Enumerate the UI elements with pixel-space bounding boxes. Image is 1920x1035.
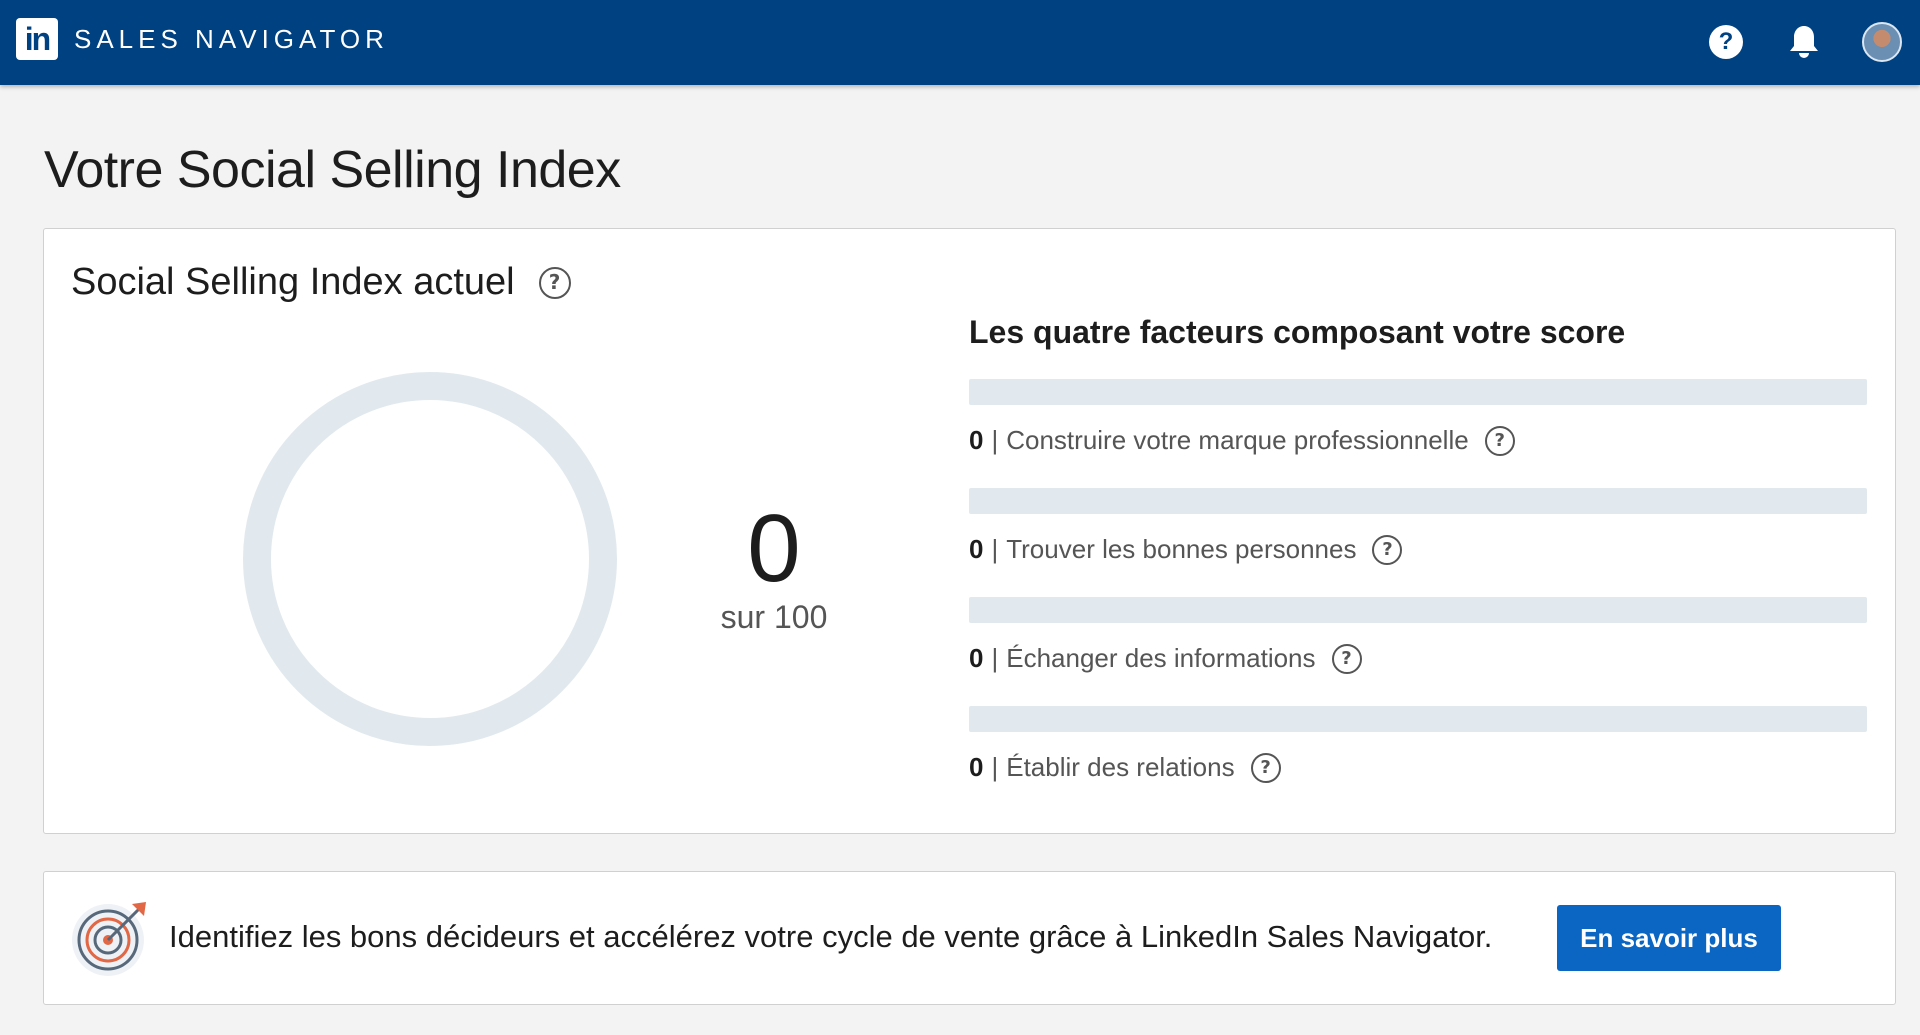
ssi-card: Social Selling Index actuel ? 0 sur 100 …	[43, 228, 1896, 834]
factor-score: 0	[969, 643, 984, 673]
factor-bar	[969, 706, 1867, 732]
help-circle-icon[interactable]: ?	[1250, 752, 1281, 783]
help-circle-icon[interactable]: ?	[1372, 534, 1403, 565]
nav-icons: ?	[1668, 20, 1902, 64]
factor-item: 0 | Trouver les bonnes personnes ?	[969, 488, 1869, 565]
linkedin-logo-icon: in	[16, 18, 58, 60]
learn-more-button[interactable]: En savoir plus	[1557, 905, 1781, 971]
help-circle-icon[interactable]: ?	[1484, 425, 1515, 456]
factor-bar	[969, 597, 1867, 623]
avatar	[1862, 22, 1902, 62]
factor-name: Établir des relations	[1006, 752, 1235, 782]
help-circle-icon[interactable]: ?	[1331, 643, 1362, 674]
top-navigation-bar: in SALES NAVIGATOR ?	[0, 0, 1920, 85]
target-icon	[72, 902, 146, 976]
factor-score: 0	[969, 752, 984, 782]
promo-card: Identifiez les bons décideurs et accélér…	[43, 871, 1896, 1005]
factor-separator: |	[991, 534, 999, 564]
factor-label: 0 | Échanger des informations ?	[969, 643, 1869, 674]
factor-bar	[969, 379, 1867, 405]
ssi-score-value: 0	[747, 495, 801, 602]
bell-icon	[1790, 26, 1818, 58]
page-title: Votre Social Selling Index	[44, 141, 621, 199]
factor-item: 0 | Échanger des informations ?	[969, 597, 1869, 674]
factor-name: Trouver les bonnes personnes	[1006, 534, 1357, 564]
help-icon: ?	[1709, 25, 1743, 59]
ssi-card-title-text: Social Selling Index actuel	[71, 261, 515, 303]
ssi-score-max: sur 100	[720, 599, 828, 635]
factors-title: Les quatre facteurs composant votre scor…	[969, 314, 1626, 350]
factor-bar	[969, 488, 1867, 514]
help-button[interactable]: ?	[1706, 20, 1746, 64]
score-ring-track	[243, 372, 617, 746]
factor-score: 0	[969, 425, 984, 455]
profile-button[interactable]	[1862, 20, 1902, 64]
factor-item: 0 | Construire votre marque professionne…	[969, 379, 1869, 456]
factor-label: 0 | Trouver les bonnes personnes ?	[969, 534, 1869, 565]
score-ring-chart	[243, 372, 617, 746]
brand[interactable]: in SALES NAVIGATOR	[16, 18, 389, 60]
ssi-factors: Les quatre facteurs composant votre scor…	[969, 314, 1869, 815]
factor-name: Échanger des informations	[1006, 643, 1316, 673]
factor-label: 0 | Établir des relations ?	[969, 752, 1869, 783]
factor-label: 0 | Construire votre marque professionne…	[969, 425, 1869, 456]
ssi-score-ring	[240, 369, 620, 749]
notifications-button[interactable]	[1784, 20, 1824, 64]
help-circle-icon[interactable]: ?	[538, 266, 571, 299]
factor-score: 0	[969, 534, 984, 564]
factor-separator: |	[991, 643, 999, 673]
factor-name: Construire votre marque professionnelle	[1006, 425, 1469, 455]
factor-item: 0 | Établir des relations ?	[969, 706, 1869, 783]
factor-separator: |	[991, 752, 999, 782]
brand-name: SALES NAVIGATOR	[74, 23, 389, 54]
factor-separator: |	[991, 425, 999, 455]
promo-text: Identifiez les bons décideurs et accélér…	[169, 919, 1493, 954]
ssi-card-title: Social Selling Index actuel ?	[71, 261, 571, 304]
